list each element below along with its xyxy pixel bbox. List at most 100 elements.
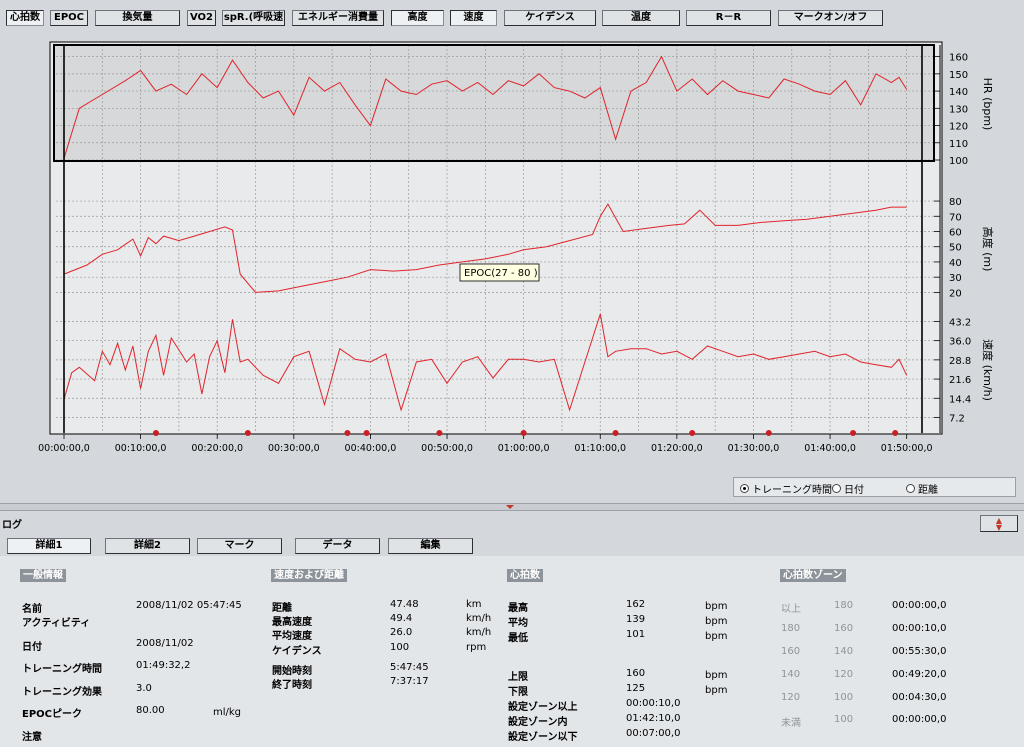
y-tick-label: 21.6 bbox=[949, 375, 971, 386]
distance-label: 距離 bbox=[272, 603, 292, 614]
splitter-grip-icon[interactable] bbox=[506, 505, 514, 509]
cadence-unit: rpm bbox=[466, 642, 487, 653]
lap-marker[interactable] bbox=[436, 430, 443, 436]
chevron-down-icon: ▼ bbox=[995, 522, 1003, 532]
hr-upper-label: 上限 bbox=[508, 672, 528, 683]
zone-below-label: 設定ゾーン以下 bbox=[508, 732, 578, 743]
distance-value: 47.48 bbox=[390, 599, 419, 610]
avg-speed-unit: km/h bbox=[466, 627, 492, 638]
toggle-resp-rate-button[interactable]: spR.(呼吸速 bbox=[222, 10, 285, 26]
training-effect-value: 3.0 bbox=[136, 683, 152, 694]
lap-marker[interactable] bbox=[892, 430, 899, 436]
detail-panel: 一般情報 名前 2008/11/02 05:47:45 アクティビティ 日付 2… bbox=[0, 556, 1024, 747]
zone-row-6-time: 00:00:00,0 bbox=[892, 714, 947, 725]
x-tick-label: 00:40:00,0 bbox=[345, 443, 397, 454]
radio-distance[interactable]: 距離 bbox=[906, 481, 938, 496]
lap-marker[interactable] bbox=[363, 430, 370, 436]
activity-label: アクティビティ bbox=[22, 618, 91, 629]
avg-speed-value: 26.0 bbox=[390, 627, 413, 638]
hr-min-value: 101 bbox=[626, 629, 646, 640]
x-tick-label: 01:10:00,0 bbox=[574, 443, 626, 454]
y-tick-label: 50 bbox=[949, 243, 962, 254]
lap-marker[interactable] bbox=[344, 430, 351, 436]
cadence-label: ケイデンス bbox=[272, 646, 322, 657]
zone-row-3-from: 160 bbox=[781, 646, 801, 657]
epoc-peak-value: 80.00 bbox=[136, 705, 165, 716]
x-tick-label: 01:00:00,0 bbox=[498, 443, 550, 454]
zone-row-3-to: 140 bbox=[834, 646, 854, 657]
start-time-label: 開始時刻 bbox=[272, 666, 312, 677]
zone-row-1-from: 以上 bbox=[781, 604, 801, 615]
y-tick-label: 36.0 bbox=[949, 337, 971, 348]
distance-unit: km bbox=[466, 599, 482, 610]
y-axis-label: 高度 (m) bbox=[981, 227, 995, 272]
y-tick-label: 100 bbox=[949, 156, 968, 167]
hr-lower-value: 125 bbox=[626, 683, 646, 694]
y-tick-label: 150 bbox=[949, 70, 968, 81]
radio-label: 距離 bbox=[918, 484, 938, 496]
training-time-label: トレーニング時間 bbox=[22, 664, 102, 675]
zone-row-5-to: 100 bbox=[834, 692, 854, 703]
x-tick-label: 00:20:00,0 bbox=[191, 443, 243, 454]
toggle-vo2-button[interactable]: VO2 bbox=[187, 10, 216, 26]
hr-panel-background bbox=[54, 45, 934, 161]
tab-edit[interactable]: 編集 bbox=[388, 538, 473, 554]
lap-marker[interactable] bbox=[850, 430, 857, 436]
zone-row-1-time: 00:00:00,0 bbox=[892, 600, 947, 611]
toggle-altitude-button[interactable]: 高度 bbox=[391, 10, 444, 26]
toggle-cadence-button[interactable]: ケイデンス bbox=[504, 10, 596, 26]
radio-training-time[interactable]: トレーニング時間 bbox=[740, 481, 832, 496]
log-title: ログ bbox=[2, 520, 22, 531]
y-tick-label: 70 bbox=[949, 212, 962, 223]
y-tick-label: 43.2 bbox=[949, 317, 971, 328]
tab-marks[interactable]: マーク bbox=[197, 538, 282, 554]
toggle-energy-button[interactable]: エネルギー消費量 bbox=[292, 10, 384, 26]
toggle-rr-button[interactable]: R－R bbox=[686, 10, 771, 26]
zone-row-2-to: 160 bbox=[834, 623, 854, 634]
zones-section-title: 心拍数ゾーン bbox=[780, 569, 846, 582]
radio-date[interactable]: 日付 bbox=[832, 481, 864, 496]
toggle-temperature-button[interactable]: 温度 bbox=[602, 10, 680, 26]
tab-detail2[interactable]: 詳細2 bbox=[105, 538, 190, 554]
app-window: 心拍数 EPOC 換気量 VO2 spR.(呼吸速 エネルギー消費量 高度 速度… bbox=[0, 0, 1024, 747]
y-tick-label: 160 bbox=[949, 53, 968, 64]
toggle-marks-button[interactable]: マークオン/オフ bbox=[778, 10, 883, 26]
log-header: ログ bbox=[0, 512, 1024, 532]
y-axis-labels: HR (bpm) 高度 (m) 速度 (km/h) bbox=[981, 78, 995, 401]
toggle-epoc-button[interactable]: EPOC bbox=[50, 10, 88, 26]
collapse-toggle-button[interactable]: ▲ ▼ bbox=[980, 515, 1018, 532]
hr-lower-label: 下限 bbox=[508, 687, 528, 698]
lap-marker[interactable] bbox=[612, 430, 619, 436]
y-tick-label: 30 bbox=[949, 273, 962, 284]
zone-row-1-to: 180 bbox=[834, 600, 854, 611]
lap-marker[interactable] bbox=[765, 430, 772, 436]
x-tick-label: 00:30:00,0 bbox=[268, 443, 320, 454]
y-tick-label: 130 bbox=[949, 104, 968, 115]
lap-marker[interactable] bbox=[520, 430, 527, 436]
zone-above-label: 設定ゾーン以上 bbox=[508, 702, 578, 713]
training-chart[interactable]: 100 110 120 130 140 150 160 20 30 40 50 60 70 80 7.2 14… bbox=[0, 30, 1024, 500]
lap-marker[interactable] bbox=[152, 430, 159, 436]
hr-upper-value: 160 bbox=[626, 668, 646, 679]
x-tick-label: 01:40:00,0 bbox=[804, 443, 856, 454]
y-tick-label: 80 bbox=[949, 197, 962, 208]
radio-dot[interactable] bbox=[832, 483, 841, 493]
toggle-speed-button[interactable]: 速度 bbox=[450, 10, 497, 26]
x-tick-label: 01:50:00,0 bbox=[881, 443, 933, 454]
y-tick-label: 120 bbox=[949, 122, 968, 133]
radio-label: トレーニング時間 bbox=[752, 484, 832, 496]
toggle-ventilation-button[interactable]: 換気量 bbox=[95, 10, 180, 26]
radio-dot[interactable] bbox=[740, 483, 749, 493]
tab-data[interactable]: データ bbox=[295, 538, 380, 554]
cadence-value: 100 bbox=[390, 642, 410, 653]
zone-row-4-to: 120 bbox=[834, 669, 854, 680]
end-time-label: 終了時刻 bbox=[272, 680, 312, 691]
tab-detail1[interactable]: 詳細1 bbox=[7, 538, 91, 554]
date-label: 日付 bbox=[22, 642, 42, 653]
lap-marker[interactable] bbox=[244, 430, 251, 436]
start-time-value: 5:47:45 bbox=[390, 662, 429, 673]
toggle-hr-button[interactable]: 心拍数 bbox=[6, 10, 44, 26]
lap-marker[interactable] bbox=[689, 430, 696, 436]
radio-dot[interactable] bbox=[906, 483, 915, 493]
panel-splitter[interactable] bbox=[0, 503, 1024, 511]
